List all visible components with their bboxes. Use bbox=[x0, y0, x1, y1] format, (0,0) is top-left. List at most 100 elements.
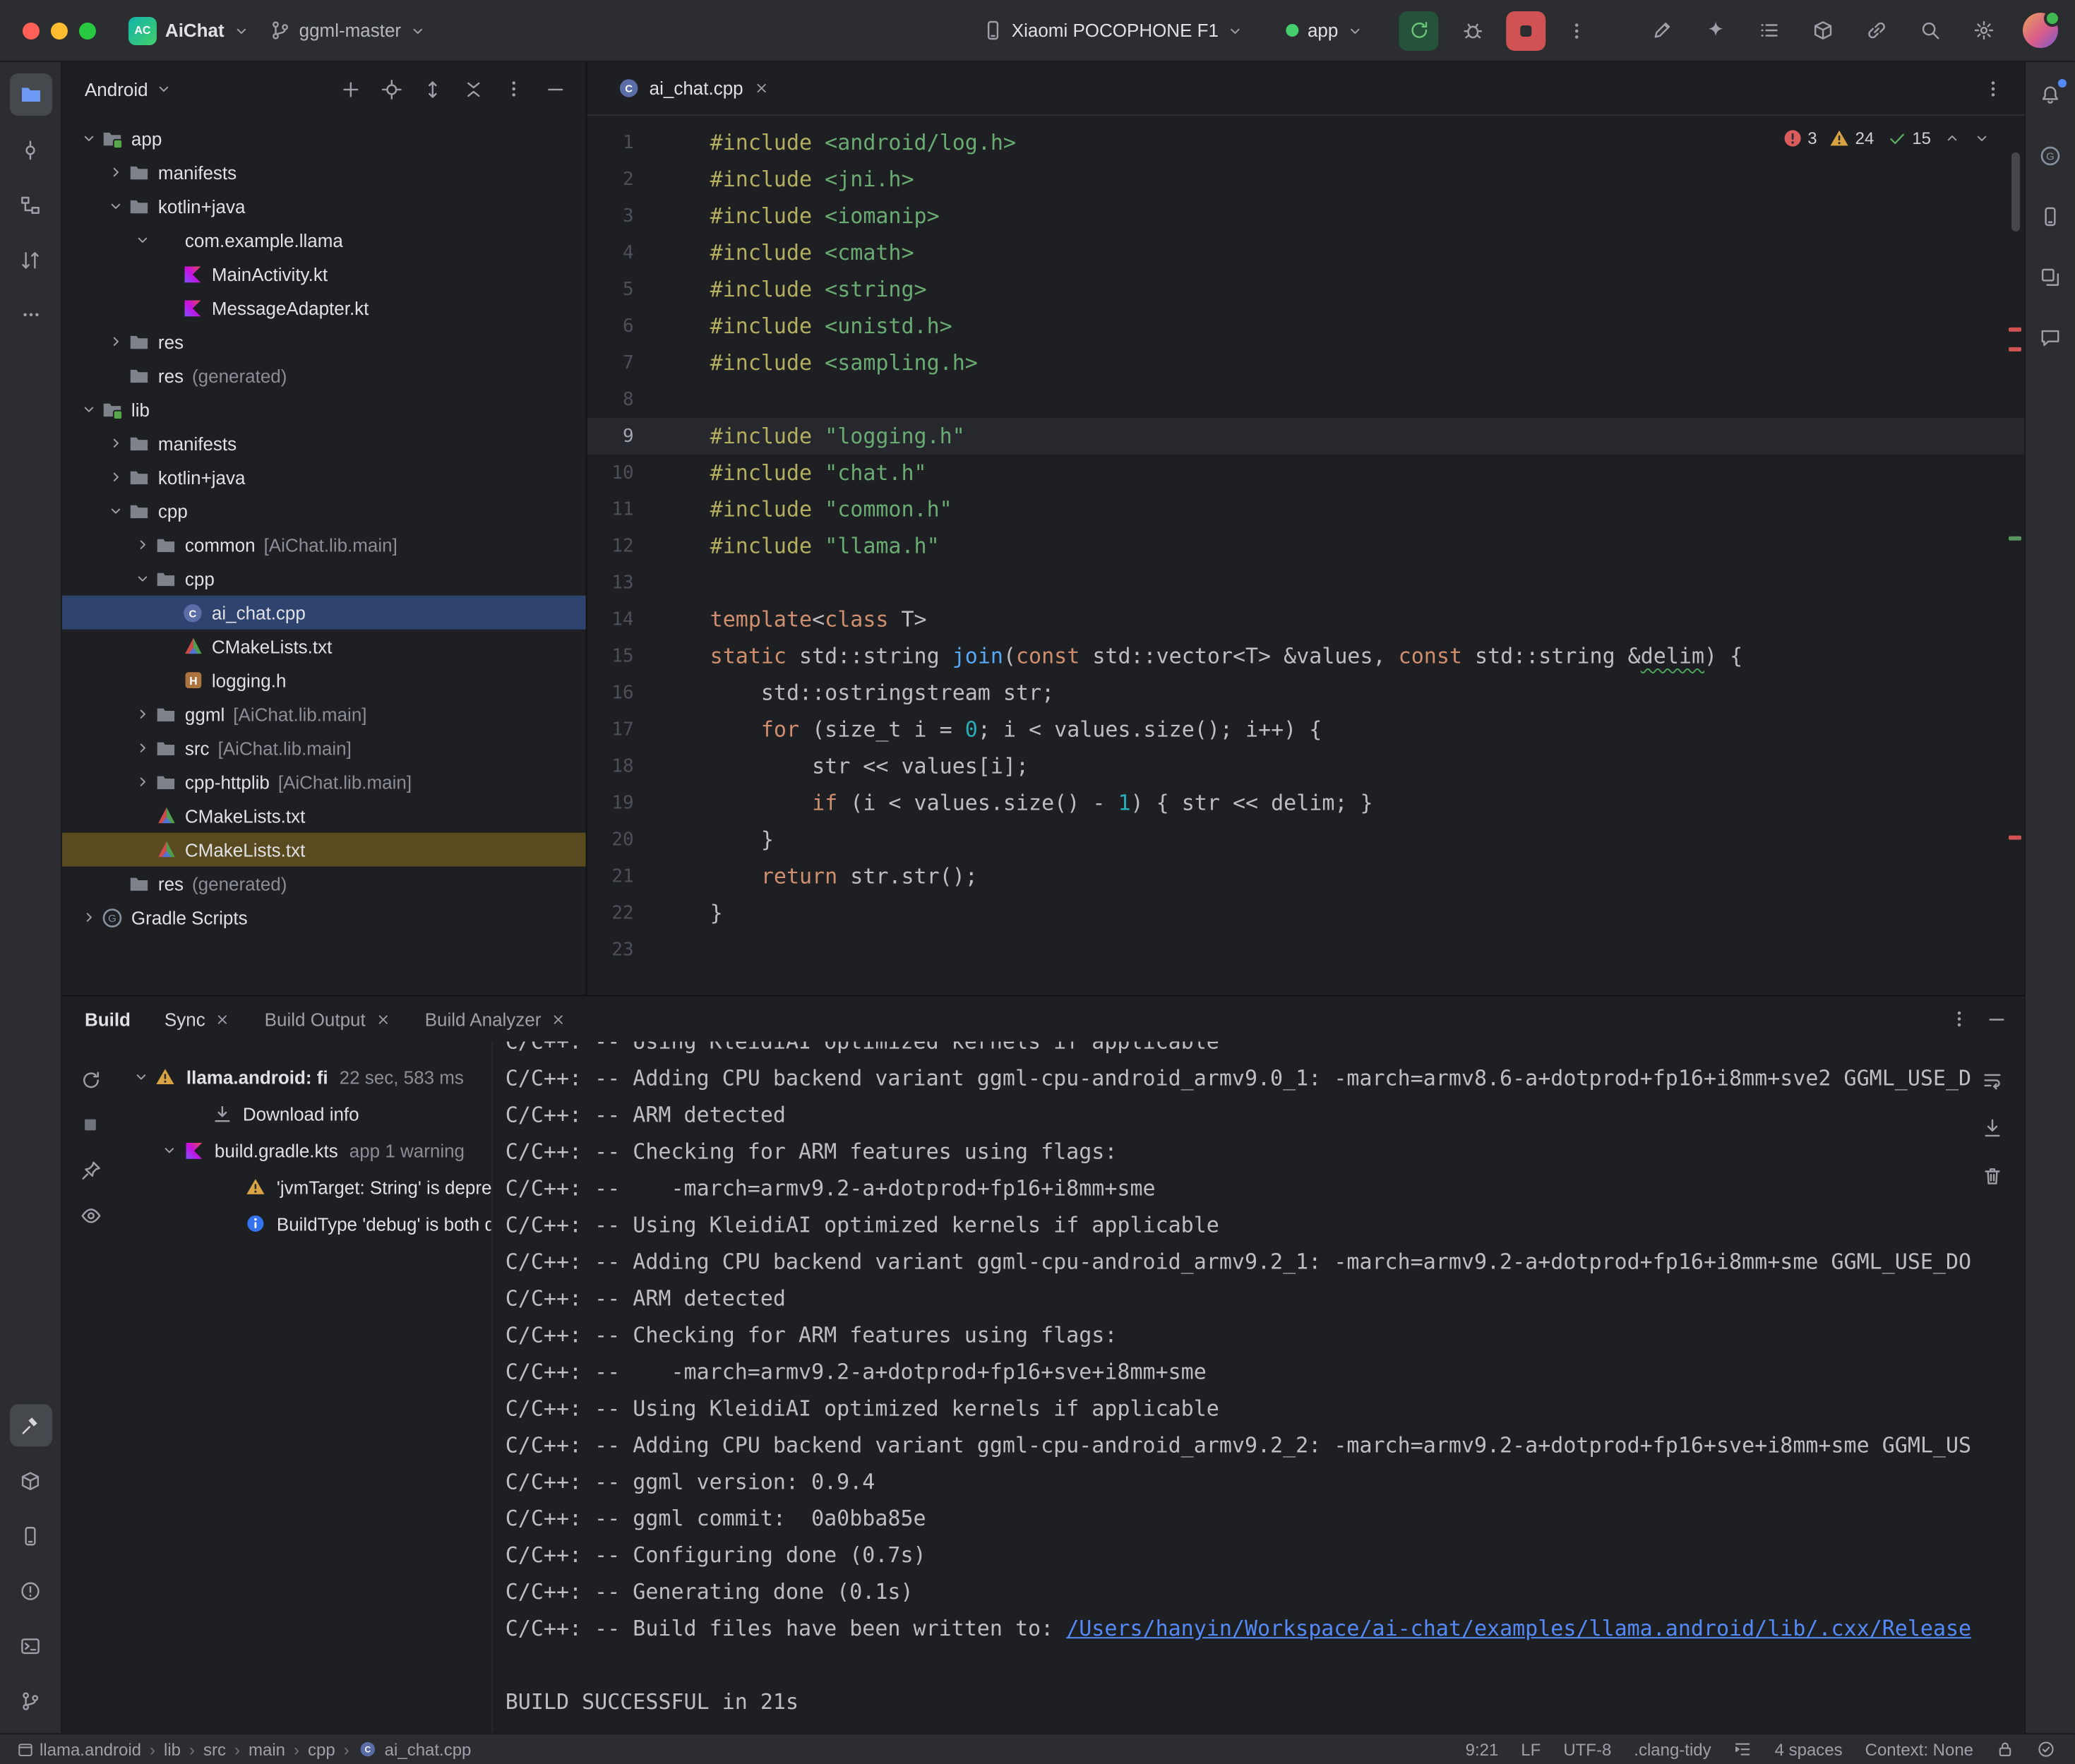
build-output-path-link[interactable]: /Users/hanyin/Workspace/ai-chat/examples… bbox=[1066, 1616, 1971, 1641]
error-stripe-mark[interactable] bbox=[2009, 836, 2021, 840]
commit-icon[interactable] bbox=[9, 128, 52, 171]
tree-item-cmakelists-txt[interactable]: CMakeLists.txt bbox=[62, 833, 586, 867]
next-problem-button[interactable] bbox=[1973, 130, 1990, 147]
debug-button[interactable] bbox=[1452, 11, 1492, 50]
tree-item-gradle-scripts[interactable]: GGradle Scripts bbox=[62, 901, 586, 935]
breadcrumb-item-llama-android[interactable]: llama.android bbox=[40, 1739, 141, 1759]
chevron-right-icon[interactable] bbox=[103, 469, 127, 486]
chevron-right-icon[interactable] bbox=[103, 164, 127, 181]
more-actions-button[interactable] bbox=[1560, 13, 1593, 47]
code-line-2[interactable]: 2#include <jni.h> bbox=[587, 161, 2024, 198]
device-selector[interactable]: Xiaomi POCOPHONE F1 bbox=[972, 14, 1254, 47]
code-line-5[interactable]: 5#include <string> bbox=[587, 271, 2024, 308]
code-line-20[interactable]: 20 } bbox=[587, 822, 2024, 858]
preview-button[interactable] bbox=[72, 1196, 109, 1233]
inspections-widget[interactable]: 3 24 15 bbox=[1776, 126, 1996, 151]
editor-scrollbar[interactable] bbox=[2011, 152, 2020, 232]
close-tab-icon[interactable] bbox=[376, 1011, 391, 1026]
device-mirroring-icon[interactable] bbox=[1859, 13, 1893, 47]
build-tree-item-build-gradle-kts[interactable]: build.gradle.ktsapp 1 warning bbox=[119, 1132, 491, 1168]
breadcrumb-item-cpp[interactable]: cpp bbox=[308, 1739, 335, 1759]
rerun-button[interactable] bbox=[1399, 11, 1438, 50]
close-window-button[interactable] bbox=[23, 22, 40, 39]
expand-all-button[interactable] bbox=[415, 72, 449, 106]
run-configuration-selector[interactable]: app bbox=[1276, 14, 1373, 47]
chevron-down-icon[interactable] bbox=[130, 570, 154, 587]
build-icon[interactable] bbox=[9, 1404, 52, 1446]
code-line-3[interactable]: 3#include <iomanip> bbox=[587, 198, 2024, 234]
add-button[interactable] bbox=[333, 72, 367, 106]
project-selector[interactable]: AC AiChat bbox=[119, 11, 260, 50]
chevron-down-icon[interactable] bbox=[103, 503, 127, 520]
scroll-to-end-button[interactable] bbox=[1973, 1109, 2010, 1146]
chevron-right-icon[interactable] bbox=[76, 909, 100, 926]
app-quality-insights-icon[interactable] bbox=[2029, 316, 2071, 359]
user-avatar[interactable] bbox=[2023, 13, 2058, 48]
editor-tab-ai_chat-cpp[interactable]: C ai_chat.cpp bbox=[602, 62, 786, 114]
version-control-icon[interactable] bbox=[9, 1679, 52, 1722]
code-line-22[interactable]: 22} bbox=[587, 895, 2024, 932]
chevron-right-icon[interactable] bbox=[130, 740, 154, 757]
build-tab-build[interactable]: Build bbox=[85, 1008, 131, 1029]
hide-build-panel-button[interactable] bbox=[1986, 1008, 2007, 1029]
tree-item-src[interactable]: src[AiChat.lib.main] bbox=[62, 731, 586, 765]
build-options-button[interactable] bbox=[1949, 1008, 1969, 1029]
build-tab-sync[interactable]: Sync bbox=[165, 1008, 231, 1029]
inspection-profile[interactable]: .clang-tidy bbox=[1634, 1739, 1711, 1759]
layout-inspector-icon[interactable] bbox=[2029, 256, 2071, 298]
build-tree-item-download-info[interactable]: Download info bbox=[119, 1095, 491, 1132]
read-only-toggle[interactable] bbox=[1996, 1740, 2014, 1758]
build-tree-item-llama-android-fi[interactable]: llama.android: fi22 sec, 583 ms bbox=[119, 1058, 491, 1095]
tree-item-mainactivity-kt[interactable]: MainActivity.kt bbox=[62, 257, 586, 291]
context-setting[interactable]: Context: None bbox=[1865, 1739, 1973, 1759]
warning-count[interactable]: 24 bbox=[1830, 128, 1874, 148]
zoom-window-button[interactable] bbox=[79, 22, 96, 39]
minimize-window-button[interactable] bbox=[51, 22, 68, 39]
chevron-down-icon[interactable] bbox=[155, 80, 172, 97]
todo-list-icon[interactable] bbox=[1752, 13, 1786, 47]
close-tab-icon[interactable] bbox=[551, 1011, 566, 1026]
tree-item-cmakelists-txt[interactable]: CMakeLists.txt bbox=[62, 630, 586, 664]
chevron-down-icon[interactable] bbox=[130, 1068, 153, 1085]
clear-all-button[interactable] bbox=[1973, 1157, 2010, 1194]
tree-item-ggml[interactable]: ggml[AiChat.lib.main] bbox=[62, 697, 586, 731]
breadcrumb-item-ai-chat-cpp[interactable]: ai_chat.cpp bbox=[385, 1739, 472, 1759]
device-explorer-icon[interactable] bbox=[2029, 195, 2071, 237]
tree-item-res[interactable]: res(generated) bbox=[62, 359, 586, 392]
packages-icon[interactable] bbox=[9, 1459, 52, 1501]
tree-item-cmakelists-txt[interactable]: CMakeLists.txt bbox=[62, 799, 586, 833]
soft-wrap-button[interactable] bbox=[1973, 1061, 2010, 1098]
code-line-17[interactable]: 17 for (size_t i = 0; i < values.size();… bbox=[587, 712, 2024, 748]
code-line-16[interactable]: 16 std::ostringstream str; bbox=[587, 675, 2024, 712]
settings-icon[interactable] bbox=[1966, 13, 2000, 47]
chevron-down-icon[interactable] bbox=[158, 1141, 181, 1158]
code-line-12[interactable]: 12#include "llama.h" bbox=[587, 528, 2024, 565]
collapse-all-button[interactable] bbox=[456, 72, 490, 106]
tree-item-res[interactable]: res(generated) bbox=[62, 867, 586, 901]
code-line-14[interactable]: 14template<class T> bbox=[587, 601, 2024, 638]
chevron-right-icon[interactable] bbox=[130, 774, 154, 791]
code-line-4[interactable]: 4#include <cmath> bbox=[587, 234, 2024, 271]
previous-problem-button[interactable] bbox=[1944, 130, 1961, 147]
editor-tab-options-button[interactable] bbox=[1976, 71, 2010, 105]
code-line-18[interactable]: 18 str << values[i]; bbox=[587, 748, 2024, 785]
project-view-mode[interactable]: Android bbox=[85, 78, 148, 100]
code-editor[interactable]: 1#include <android/log.h>2#include <jni.… bbox=[587, 116, 2024, 995]
code-line-21[interactable]: 21 return str.str(); bbox=[587, 858, 2024, 895]
gradle-icon[interactable]: G bbox=[2029, 134, 2071, 176]
hide-button[interactable] bbox=[538, 72, 572, 106]
more-tool-windows-icon[interactable] bbox=[9, 294, 52, 336]
search-everywhere-icon[interactable] bbox=[1913, 13, 1947, 47]
tree-item-kotlin-java[interactable]: kotlin+java bbox=[62, 460, 586, 494]
code-line-15[interactable]: 15static std::string join(const std::vec… bbox=[587, 638, 2024, 675]
tree-item-res[interactable]: res bbox=[62, 325, 586, 359]
code-style-button[interactable] bbox=[1734, 1740, 1752, 1758]
code-line-8[interactable]: 8 bbox=[587, 381, 2024, 418]
build-tab-build-output[interactable]: Build Output bbox=[265, 1008, 391, 1029]
breadcrumb-item-lib[interactable]: lib bbox=[164, 1739, 181, 1759]
code-line-10[interactable]: 10#include "chat.h" bbox=[587, 455, 2024, 491]
more-button[interactable] bbox=[497, 72, 531, 106]
code-line-11[interactable]: 11#include "common.h" bbox=[587, 491, 2024, 528]
gemini-icon[interactable] bbox=[1698, 13, 1732, 47]
terminal-icon[interactable] bbox=[9, 1624, 52, 1667]
